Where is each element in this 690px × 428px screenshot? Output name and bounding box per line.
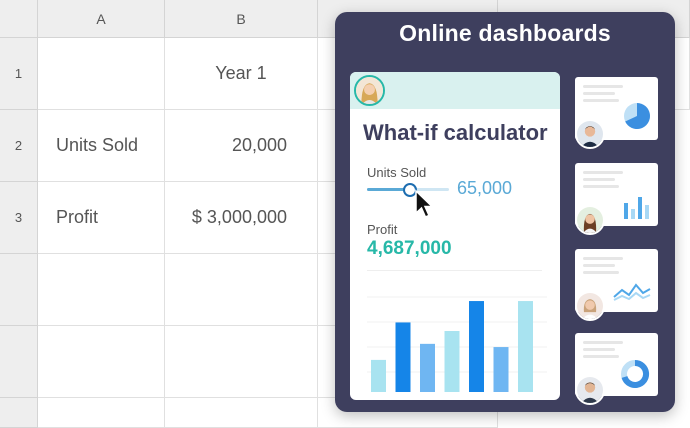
row-header-4[interactable] xyxy=(0,254,38,326)
profit-value: 4,687,000 xyxy=(367,238,452,259)
bar-5 xyxy=(469,301,484,392)
row-header-6[interactable] xyxy=(0,398,38,428)
cell-a3[interactable]: Profit xyxy=(38,182,165,254)
thumbnail-pie[interactable] xyxy=(570,72,663,149)
avatar-icon xyxy=(575,205,605,235)
cell-b3[interactable]: $ 3,000,000 xyxy=(165,182,318,254)
donut-chart-icon xyxy=(621,359,650,388)
row-header-1[interactable]: 1 xyxy=(0,38,38,110)
column-header-a[interactable]: A xyxy=(38,0,165,38)
avatar-icon xyxy=(575,375,605,405)
bar-4 xyxy=(444,331,460,392)
units-sold-value: 65,000 xyxy=(457,178,513,198)
cell-b1[interactable]: Year 1 xyxy=(165,38,318,110)
cell-a2[interactable]: Units Sold xyxy=(38,110,165,182)
cell-a6[interactable] xyxy=(38,398,165,428)
cell-b6[interactable] xyxy=(165,398,318,428)
what-if-calculator-card[interactable]: What-if calculator Units Sold 65,000 Pro… xyxy=(350,72,560,400)
thumbnail-line[interactable] xyxy=(570,244,663,321)
cell-b2[interactable]: 20,000 xyxy=(165,110,318,182)
online-dashboards-panel: Online dashboards What-if calculator Uni… xyxy=(335,12,675,412)
cell-a1[interactable] xyxy=(38,38,165,110)
card-divider xyxy=(367,270,542,271)
pie-chart-icon xyxy=(624,103,650,129)
avatar-icon xyxy=(575,119,605,149)
row-header-5[interactable] xyxy=(0,326,38,398)
bar-2 xyxy=(395,322,411,392)
bar-chart-icon xyxy=(624,197,649,219)
thumbnail-donut[interactable] xyxy=(570,328,663,405)
row-header-3[interactable]: 3 xyxy=(0,182,38,254)
cell-a4[interactable] xyxy=(38,254,165,326)
calculator-title: What-if calculator xyxy=(363,120,548,145)
bar-3 xyxy=(420,343,435,392)
row-header-2[interactable]: 2 xyxy=(0,110,38,182)
units-sold-label: Units Sold xyxy=(367,165,427,180)
bar-7 xyxy=(518,301,533,392)
avatar-icon xyxy=(354,75,385,106)
column-header-b[interactable]: B xyxy=(165,0,318,38)
units-sold-slider[interactable] xyxy=(367,183,449,197)
thumbnail-bars[interactable] xyxy=(570,158,663,235)
cell-b5[interactable] xyxy=(165,326,318,398)
avatar-icon xyxy=(575,291,605,321)
cell-a5[interactable] xyxy=(38,326,165,398)
profit-label: Profit xyxy=(367,222,398,237)
bar-chart xyxy=(367,296,547,392)
mouse-pointer-icon xyxy=(415,189,434,218)
select-all-corner[interactable] xyxy=(0,0,38,38)
bar-6 xyxy=(493,347,509,392)
line-chart-icon xyxy=(613,283,651,301)
cell-b4[interactable] xyxy=(165,254,318,326)
dashboard-title: Online dashboards xyxy=(399,20,611,46)
bar-1 xyxy=(371,359,386,392)
